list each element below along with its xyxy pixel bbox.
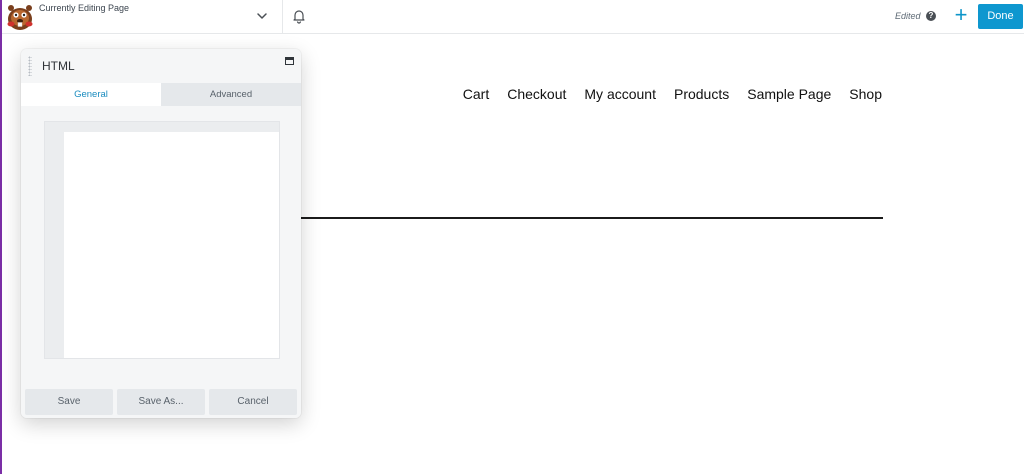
panel-body [21, 106, 301, 385]
html-code-editor[interactable] [44, 121, 280, 359]
editor-top-strip [45, 122, 279, 132]
panel-header[interactable]: HTML [21, 49, 301, 83]
nav-item-shop[interactable]: Shop [849, 86, 882, 102]
nav-item-sample-page[interactable]: Sample Page [747, 86, 831, 102]
top-bar: Currently Editing Page Edited ? + Done [2, 0, 1024, 34]
html-settings-panel: HTML General Advanced Save Save As... Ca… [21, 49, 301, 418]
panel-title: HTML [42, 59, 75, 73]
tab-advanced[interactable]: Advanced [161, 83, 301, 106]
nav-item-cart[interactable]: Cart [463, 86, 489, 102]
save-as-button[interactable]: Save As... [117, 389, 205, 415]
cancel-button[interactable]: Cancel [209, 389, 297, 415]
panel-tabs: General Advanced [21, 83, 301, 106]
drag-handle-icon[interactable] [28, 56, 32, 76]
nav-item-checkout[interactable]: Checkout [507, 86, 566, 102]
nav-item-my-account[interactable]: My account [584, 86, 656, 102]
plus-icon[interactable]: + [952, 4, 970, 26]
nav-item-products[interactable]: Products [674, 86, 729, 102]
panel-footer: Save Save As... Cancel [21, 385, 301, 418]
topbar-divider [282, 0, 283, 33]
current-page-label: Currently Editing Page [39, 3, 130, 13]
site-navigation: Cart Checkout My account Products Sample… [463, 86, 882, 102]
tab-general[interactable]: General [21, 83, 161, 106]
editor-line-gutter [45, 122, 64, 358]
chevron-down-icon[interactable] [255, 9, 269, 23]
beaver-logo-icon[interactable] [5, 3, 35, 31]
edited-status: Edited [895, 11, 921, 21]
help-icon[interactable]: ? [926, 11, 936, 21]
done-button[interactable]: Done [978, 4, 1023, 29]
bell-icon[interactable] [291, 8, 307, 24]
save-button[interactable]: Save [25, 389, 113, 415]
content-divider [301, 217, 883, 219]
app-frame: Currently Editing Page Edited ? + Done C… [0, 0, 1024, 474]
maximize-icon[interactable] [285, 57, 294, 65]
